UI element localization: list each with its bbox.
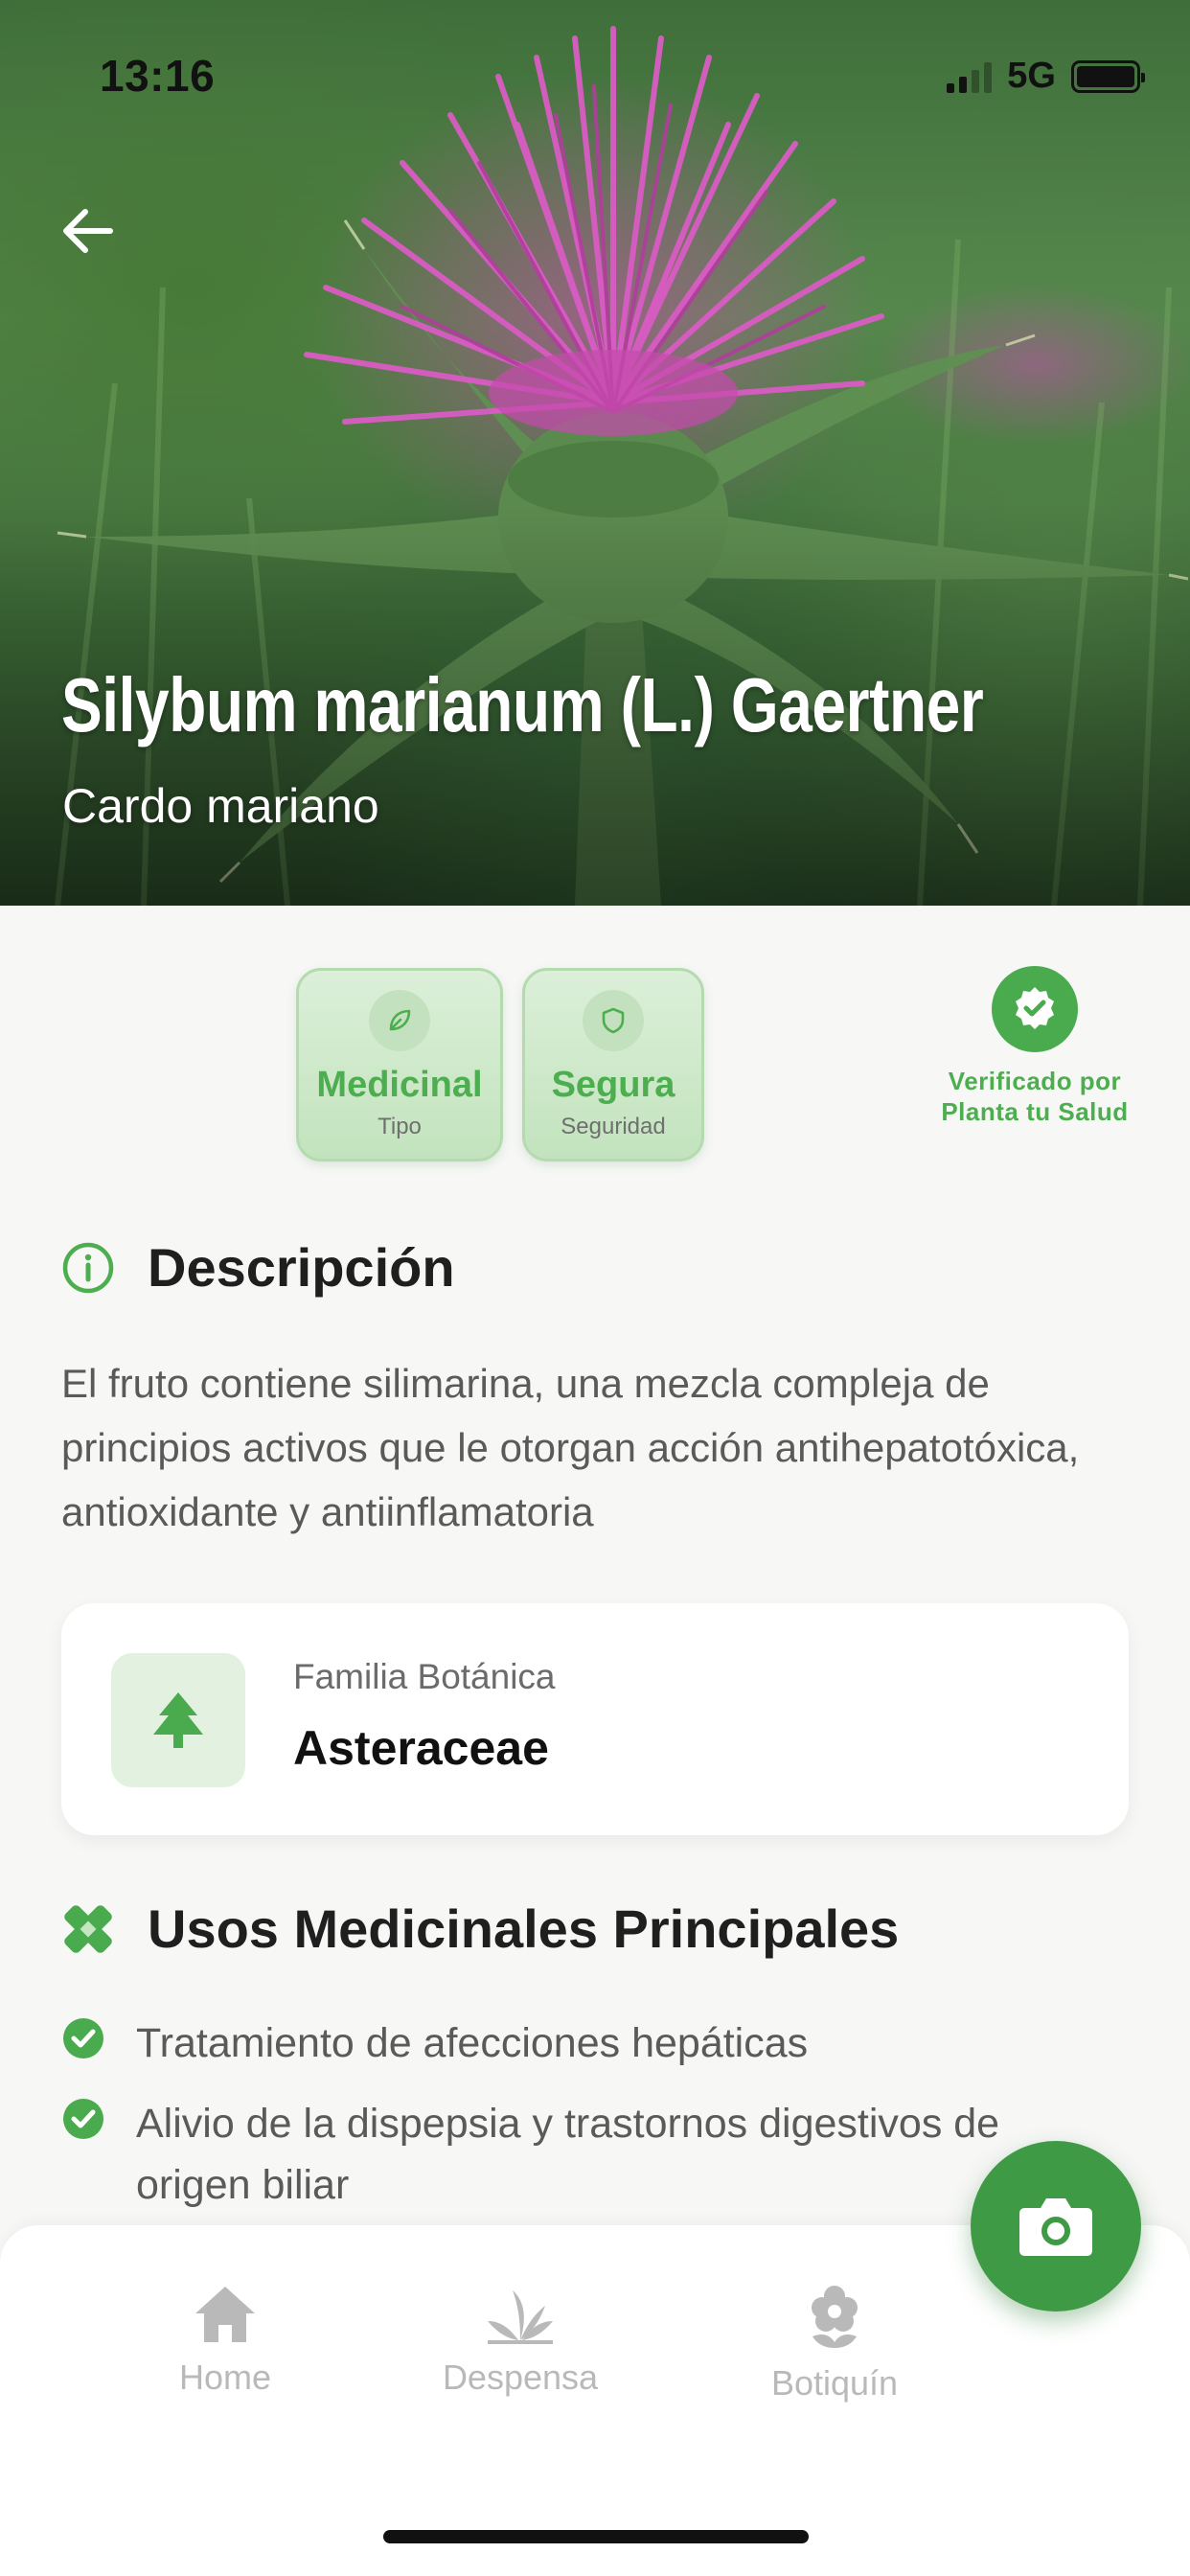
bandage-icon <box>64 1904 112 1953</box>
status-indicators: 5G <box>947 56 1145 97</box>
status-time: 13:16 <box>100 51 216 101</box>
safety-value: Segura <box>551 1065 675 1105</box>
nav-label-despensa: Despensa <box>442 2358 599 2397</box>
battery-icon <box>1071 59 1145 93</box>
use-text: Tratamiento de afecciones hepáticas <box>136 2020 809 2066</box>
family-value: Asteraceae <box>293 1721 549 1775</box>
arrow-left-icon <box>63 209 113 253</box>
uses-header: Usos Medicinales Principales <box>61 1898 899 1960</box>
nav-label-home: Home <box>178 2358 272 2397</box>
description-title: Descripción <box>148 1237 455 1298</box>
nav-label-botiquin: Botiquín <box>770 2363 899 2403</box>
list-item: Tratamiento de afecciones hepáticas <box>61 2012 1096 2074</box>
type-caption: Tipo <box>378 1114 422 1139</box>
back-button[interactable] <box>54 197 121 264</box>
uses-title: Usos Medicinales Principales <box>148 1898 900 1959</box>
signal-icon <box>947 60 993 93</box>
type-badge: Medicinal Tipo <box>296 968 503 1162</box>
check-circle-icon <box>63 2099 103 2139</box>
flower-icon <box>812 2286 858 2348</box>
type-value: Medicinal <box>316 1065 483 1105</box>
status-bar: 13:16 5G <box>0 0 1190 144</box>
verified-line-1: Verificado por <box>948 1067 1122 1095</box>
network-type: 5G <box>1007 56 1056 96</box>
sprout-icon <box>488 2290 553 2344</box>
nav-item-botiquin[interactable]: Botiquín <box>729 2283 940 2404</box>
uses-list: Tratamiento de afecciones hepáticas Aliv… <box>61 2012 1096 2235</box>
plant-common-name: Cardo mariano <box>62 779 379 833</box>
info-icon <box>62 1242 114 1293</box>
safety-caption: Seguridad <box>561 1114 666 1139</box>
tree-icon <box>111 1653 245 1787</box>
family-label: Familia Botánica <box>293 1657 556 1696</box>
verified-badge: Verificado por Planta tu Salud <box>920 966 1150 1127</box>
home-indicator <box>383 2530 809 2543</box>
camera-button[interactable] <box>971 2141 1141 2312</box>
plant-scientific-name: Silybum marianum (L.) Gaertner <box>61 662 984 748</box>
nav-item-home[interactable]: Home <box>120 2283 331 2398</box>
home-icon <box>195 2287 255 2342</box>
shield-icon <box>583 990 644 1051</box>
description-text: El fruto contiene silimarina, una mezcla… <box>61 1361 1080 1534</box>
description-header: Descripción <box>61 1236 455 1299</box>
family-card: Familia Botánica Asteraceae <box>61 1603 1129 1835</box>
list-item: Alivio de la dispepsia y trastornos dige… <box>61 2093 1096 2216</box>
verified-text: Verificado por Planta tu Salud <box>941 1066 1128 1127</box>
check-circle-icon <box>63 2018 103 2058</box>
leaf-icon <box>369 990 430 1051</box>
verified-check-icon <box>992 966 1078 1052</box>
camera-icon <box>1019 2198 1092 2256</box>
verified-line-2: Planta tu Salud <box>941 1097 1129 1126</box>
use-text: Alivio de la dispepsia y trastornos dige… <box>136 2101 1000 2208</box>
safety-badge: Segura Seguridad <box>522 968 704 1162</box>
nav-item-despensa[interactable]: Despensa <box>415 2283 626 2398</box>
